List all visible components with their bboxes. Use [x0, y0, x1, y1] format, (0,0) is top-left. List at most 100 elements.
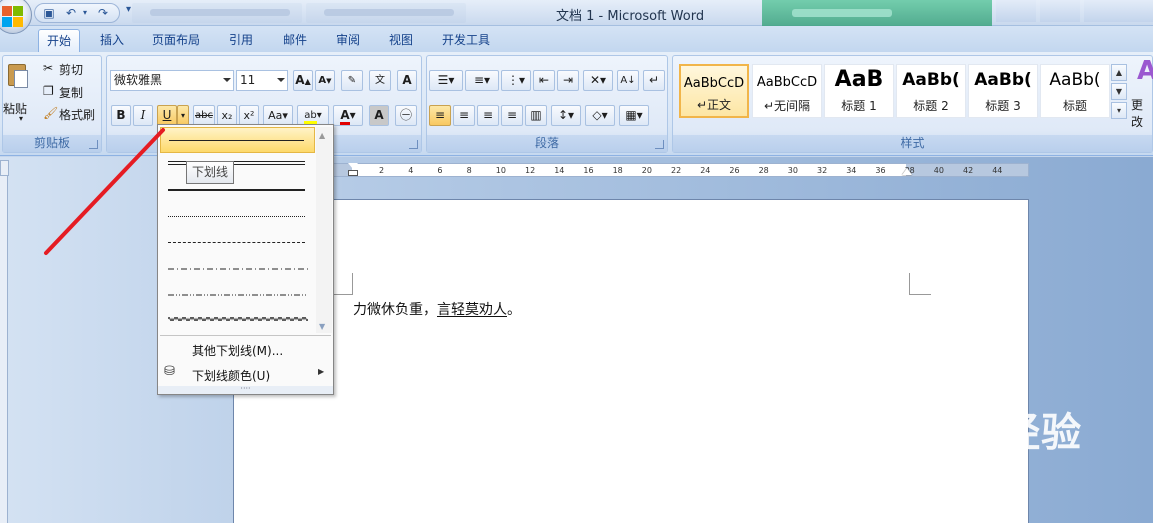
change-case-button[interactable]: Aa▾	[263, 105, 293, 126]
style-heading-2[interactable]: AaBb( 标题 2	[896, 64, 966, 118]
decrease-indent-button[interactable]: ⇤	[533, 70, 555, 91]
line-spacing-button[interactable]: ↕▾	[551, 105, 581, 126]
minimize-button[interactable]	[996, 0, 1036, 22]
cut-icon[interactable]: ✂	[43, 61, 53, 75]
tab-references[interactable]: 引用	[221, 29, 261, 52]
character-border-button[interactable]: A	[397, 70, 417, 91]
horizontal-ruler[interactable]: 2 4 6 8 10 12 14 16 18 20 22 24 26 28 30 32 34 36 38 40 42 44	[233, 163, 1029, 177]
gallery-scroll-down-icon[interactable]: ▼	[1111, 83, 1127, 100]
justify-button[interactable]: ≡	[501, 105, 523, 126]
tab-home[interactable]: 开始	[38, 29, 81, 52]
tab-insert[interactable]: 插入	[92, 29, 132, 52]
right-indent-marker-icon[interactable]	[902, 168, 912, 175]
italic-button[interactable]: I	[133, 105, 153, 126]
underline-button[interactable]: U	[157, 105, 177, 126]
style-no-spacing[interactable]: AaBbCcD ↵无间隔	[752, 64, 822, 118]
save-icon[interactable]: ▣	[41, 6, 57, 20]
highlight-button[interactable]: ab▾	[297, 105, 329, 126]
undo-dropdown-icon[interactable]: ▾	[77, 6, 93, 20]
format-painter-button[interactable]: 格式刷	[59, 106, 95, 123]
ruler-toggle-button[interactable]	[0, 160, 9, 176]
increase-indent-button[interactable]: ⇥	[557, 70, 579, 91]
scroll-down-icon[interactable]: ▼	[319, 322, 325, 331]
style-title[interactable]: AaBb( 标题	[1040, 64, 1110, 118]
ruler-tick-label: 26	[729, 166, 740, 175]
shrink-font-button[interactable]: A▼	[315, 70, 335, 91]
gallery-scroll-up-icon[interactable]: ▲	[1111, 64, 1127, 81]
multilevel-list-button[interactable]: ⋮▾	[501, 70, 531, 91]
chinese-layout-button[interactable]: ✕▾	[583, 70, 613, 91]
paste-dropdown-icon[interactable]: ▾	[19, 114, 23, 123]
bold-button[interactable]: B	[111, 105, 131, 126]
copy-button[interactable]: 复制	[59, 84, 83, 101]
font-dialog-launcher[interactable]	[409, 140, 418, 149]
clipboard-dialog-launcher[interactable]	[89, 140, 98, 149]
tab-mailings[interactable]: 邮件	[275, 29, 315, 52]
tab-page-layout[interactable]: 页面布局	[144, 29, 208, 52]
underline-tooltip: 下划线	[186, 161, 234, 184]
font-name-combo[interactable]: 微软雅黑	[110, 70, 234, 91]
subscript-button[interactable]: x₂	[217, 105, 237, 126]
close-button[interactable]	[1084, 0, 1153, 22]
ruler-tick-label: 34	[846, 166, 857, 175]
superscript-button[interactable]: x²	[239, 105, 259, 126]
style-normal[interactable]: AaBbCcD ↵正文	[679, 64, 749, 118]
paste-button-label[interactable]: 粘贴	[3, 100, 27, 117]
underline-dropdown-button[interactable]: ▾	[177, 105, 189, 126]
underline-color-item[interactable]: 下划线颜色(U)	[192, 367, 270, 384]
underline-style-thick[interactable]	[160, 181, 315, 207]
blurred-browser-tab	[132, 3, 302, 23]
enclose-characters-button[interactable]: ㊀	[395, 105, 417, 126]
change-styles-icon[interactable]: A	[1137, 56, 1153, 86]
character-shading-button[interactable]: A	[369, 105, 389, 126]
align-left-button[interactable]: ≡	[429, 105, 451, 126]
clear-format-button[interactable]: ✎	[341, 70, 363, 91]
strikethrough-button[interactable]: abc	[193, 105, 215, 126]
change-styles-button[interactable]: 更改	[1131, 96, 1152, 130]
paragraph-dialog-launcher[interactable]	[655, 140, 664, 149]
indent-marker-icon[interactable]	[348, 163, 358, 177]
tab-view[interactable]: 视图	[381, 29, 421, 52]
distributed-button[interactable]: ▥	[525, 105, 547, 126]
title-bar: ▣ ↶ ▾ ↷ ▾ 文档 1 - Microsoft Word	[0, 0, 1153, 34]
redo-icon[interactable]: ↷	[95, 6, 111, 20]
shading-button[interactable]: ◇▾	[585, 105, 615, 126]
borders-button[interactable]: ▦▾	[619, 105, 649, 126]
underline-style-wave[interactable]	[160, 307, 315, 333]
phonetic-guide-button[interactable]: 文	[369, 70, 391, 91]
underline-style-single[interactable]	[160, 127, 315, 153]
paragraph-group-label: 段落	[427, 135, 667, 152]
style-heading-3[interactable]: AaBb( 标题 3	[968, 64, 1038, 118]
format-painter-icon[interactable]: 🖌	[43, 106, 58, 120]
grow-font-button[interactable]: A▲	[293, 70, 313, 91]
copy-icon[interactable]: ❐	[43, 84, 54, 98]
customize-qat-icon[interactable]: ▾	[126, 4, 131, 15]
scroll-up-icon[interactable]: ▲	[319, 131, 325, 140]
underline-style-double[interactable]	[160, 155, 315, 181]
show-marks-button[interactable]: ↵	[643, 70, 665, 91]
chevron-down-icon[interactable]	[223, 78, 231, 82]
menu-resize-grip[interactable]: ····	[158, 385, 333, 394]
chevron-down-icon[interactable]	[277, 78, 285, 82]
align-right-button[interactable]: ≡	[477, 105, 499, 126]
style-heading-1[interactable]: AaB 标题 1	[824, 64, 894, 118]
document-text[interactable]: 力微休负重，言轻莫劝人。	[353, 299, 521, 319]
menu-scrollbar[interactable]: ▲ ▼	[316, 127, 332, 333]
cut-button[interactable]: 剪切	[59, 61, 83, 78]
font-size-combo[interactable]: 11	[236, 70, 288, 91]
paste-icon[interactable]	[6, 60, 32, 90]
gallery-more-icon[interactable]: ▾	[1111, 102, 1127, 119]
underline-style-dotted[interactable]	[160, 205, 315, 231]
more-underlines-item[interactable]: 其他下划线(M)...	[192, 342, 283, 359]
numbering-button[interactable]: ≡▾	[465, 70, 499, 91]
align-center-button[interactable]: ≡	[453, 105, 475, 126]
underline-style-dash-dot[interactable]	[160, 257, 315, 283]
tab-developer[interactable]: 开发工具	[434, 29, 498, 52]
tab-review[interactable]: 审阅	[328, 29, 368, 52]
maximize-button[interactable]	[1040, 0, 1080, 22]
underline-style-dashed[interactable]	[160, 231, 315, 257]
font-color-button[interactable]: A▾	[333, 105, 363, 126]
underline-style-dash-dot-dot[interactable]	[160, 283, 315, 309]
sort-button[interactable]: A↓	[617, 70, 639, 91]
bullets-button[interactable]: ☰▾	[429, 70, 463, 91]
